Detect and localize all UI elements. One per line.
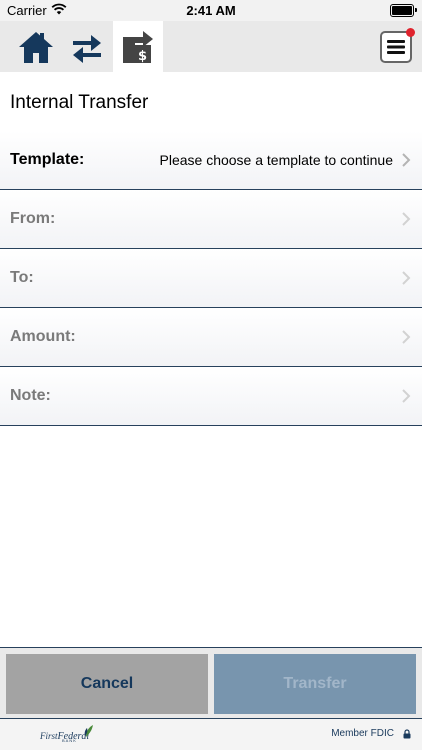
pay-bill-icon: $ <box>123 30 153 64</box>
leaf-icon <box>84 725 93 737</box>
template-value: Please choose a template to continue <box>159 152 394 168</box>
member-fdic-text: Member FDIC <box>331 728 394 739</box>
logo-bank-text: BANK <box>62 738 77 743</box>
lock-icon <box>403 729 411 739</box>
home-icon <box>19 31 53 63</box>
amount-row[interactable]: Amount: <box>0 308 422 367</box>
note-label: Note: <box>10 387 51 404</box>
top-toolbar: $ <box>0 21 422 72</box>
svg-text:$: $ <box>138 49 147 64</box>
note-row[interactable]: Note: <box>0 367 422 426</box>
transfers-button[interactable] <box>62 21 112 72</box>
chevron-right-icon <box>402 389 411 403</box>
chevron-right-icon <box>402 153 411 167</box>
page-title: Internal Transfer <box>10 92 149 113</box>
clock: 2:41 AM <box>186 3 236 18</box>
amount-label: Amount: <box>10 328 76 345</box>
notification-badge <box>406 28 415 37</box>
menu-button[interactable] <box>380 28 415 63</box>
home-button[interactable] <box>11 21 61 72</box>
transfer-arrows-icon <box>73 34 101 63</box>
cancel-button[interactable]: Cancel <box>6 654 208 714</box>
template-label: Template: <box>10 151 85 168</box>
template-row[interactable]: Template: Please choose a template to co… <box>0 131 422 190</box>
chevron-right-icon <box>402 212 411 226</box>
pay-bills-button[interactable]: $ <box>113 21 163 72</box>
bank-logo: FirstFederal BANK <box>40 725 93 744</box>
to-label: To: <box>10 269 34 286</box>
transfer-button[interactable]: Transfer <box>214 654 416 714</box>
from-label: From: <box>10 210 56 227</box>
chevron-right-icon <box>402 330 411 344</box>
menu-icon <box>387 40 405 54</box>
from-row[interactable]: From: <box>0 190 422 249</box>
battery-icon <box>390 4 417 17</box>
page-header: Internal Transfer <box>0 72 422 132</box>
chevron-right-icon <box>402 271 411 285</box>
status-bar: Carrier 2:41 AM <box>0 0 422 21</box>
footer: FirstFederal BANK Member FDIC <box>0 718 422 750</box>
logo-first-text: First <box>40 731 58 741</box>
to-row[interactable]: To: <box>0 249 422 308</box>
action-bar: Cancel Transfer <box>0 647 422 719</box>
